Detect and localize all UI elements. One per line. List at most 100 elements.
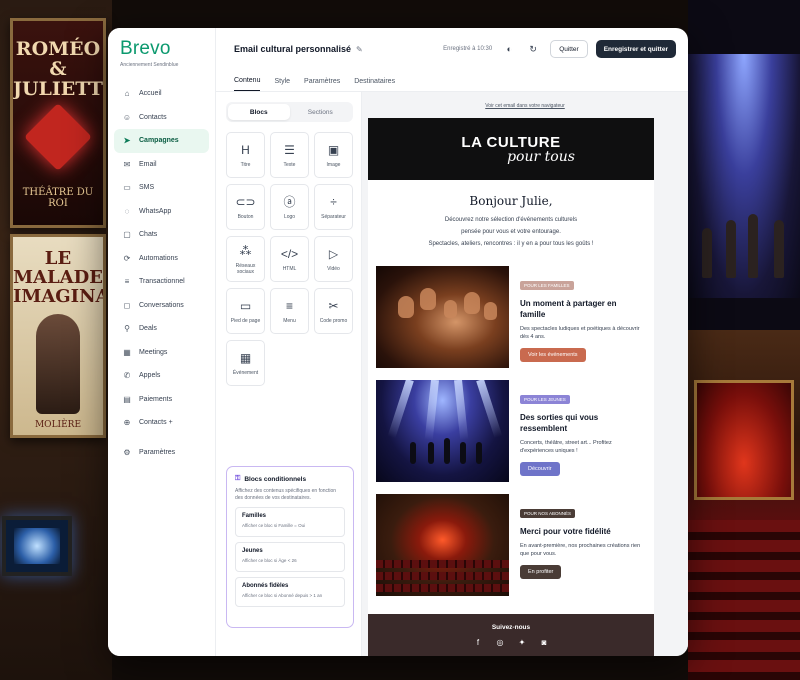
sidebar-item-transactionnel[interactable]: ≡ Transactionnel	[114, 270, 209, 294]
menu-icon: ≡	[285, 299, 293, 313]
card-description: Des spectacles ludiques et poétiques à d…	[520, 326, 640, 340]
sidebar-item-campagnes[interactable]: ➤ Campagnes	[114, 129, 209, 153]
divider-icon: ÷	[330, 195, 337, 209]
intro-line: Découvrez notre sélection d'événements c…	[444, 217, 578, 223]
sidebar-item-chats[interactable]: ▢ Chats	[114, 223, 209, 247]
block-divider[interactable]: ÷ Séparateur	[314, 184, 353, 230]
promo-icon: ✂	[328, 299, 339, 313]
sidebar-item-deals[interactable]: ⚲ Deals	[114, 317, 209, 341]
footer-icon: ▭	[239, 299, 252, 313]
social-icon: ⁂	[239, 244, 252, 258]
email-title[interactable]: Email cultural personnalisé	[234, 44, 351, 54]
conditional-rule[interactable]: Familles Afficher ce bloc si Famille = Ou…	[235, 507, 345, 537]
greeting[interactable]: Bonjour Julie,	[368, 194, 654, 208]
email-footer[interactable]: Suivez-nous f ◎ ✦ ◙	[368, 614, 654, 656]
family-audience-image	[376, 266, 509, 368]
sidebar-item-contacts[interactable]: ⊕ Contacts +	[114, 411, 209, 435]
block-image[interactable]: ▣ Image	[314, 132, 353, 178]
tab-contenu[interactable]: Contenu	[234, 77, 261, 91]
card-youth[interactable]: POUR LES JEUNES Des sorties qui vous res…	[376, 380, 648, 482]
block-heading[interactable]: H Titre	[226, 132, 265, 178]
conditional-rule[interactable]: Abonnés fidèles Afficher ce bloc si Abonn…	[235, 577, 345, 607]
twitter-icon[interactable]: ✦	[517, 638, 527, 647]
audience-badge: POUR LES FAMILLES	[520, 281, 574, 290]
event-icon: ▦	[239, 351, 252, 365]
sidebar-item-whatsapp[interactable]: ◌ WhatsApp	[114, 200, 209, 224]
conditional-rules: Familles Afficher ce bloc si Famille = Ou…	[235, 507, 345, 607]
conditional-title: Blocs conditionnels	[244, 475, 307, 483]
card-families[interactable]: POUR LES FAMILLES Un moment à partager e…	[376, 266, 648, 368]
block-logo[interactable]: ⓐ Logo	[270, 184, 309, 230]
sidebar-item-accueil[interactable]: ⌂ Accueil	[114, 82, 209, 106]
block-social[interactable]: ⁂ Réseaux sociaux	[226, 236, 265, 282]
sidebar-item-email[interactable]: ✉ Email	[114, 153, 209, 177]
see-events-button[interactable]: Voir les événements	[520, 348, 586, 362]
main-area: Email cultural personnalisé ✎ Enregistré…	[216, 28, 688, 656]
poster-title: LE MALADE IMAGINAIRE	[13, 248, 103, 307]
conditional-title-row: ⚿ Blocs conditionnels	[235, 475, 345, 483]
block-promo[interactable]: ✂ Code promo	[314, 288, 353, 334]
browser-view-link[interactable]: Voir cet email dans votre navigateur	[362, 103, 688, 109]
segment-blocs[interactable]: Blocs	[228, 104, 290, 120]
audience-badge: POUR LES JEUNES	[520, 395, 570, 404]
tab-destinataires[interactable]: Destinataires	[354, 78, 395, 91]
segment-sections[interactable]: Sections	[290, 104, 352, 120]
block-label: Vidéo	[327, 266, 340, 272]
sidebar: Brevo Anciennement Sendinblue ⌂ Accueil ☺ C…	[108, 28, 216, 656]
card-subscribers[interactable]: POUR NOS ABONNÉS Merci pour votre fidéli…	[376, 494, 648, 596]
theater-hall-image	[376, 494, 509, 596]
block-label: Séparateur	[321, 214, 346, 220]
pencil-icon[interactable]: ✎	[356, 45, 363, 54]
tab-style[interactable]: Style	[274, 78, 290, 91]
code-icon: </>	[280, 247, 299, 261]
sidebar-item-label: Paiements	[139, 395, 173, 403]
sidebar-item-paiements[interactable]: ▤ Paiements	[114, 388, 209, 412]
block-video[interactable]: ▷ Vidéo	[314, 236, 353, 282]
hero-banner[interactable]: LA CULTURE pour tous	[368, 118, 654, 180]
save-and-quit-button[interactable]: Enregistrer et quitter	[595, 40, 676, 58]
home-icon: ⌂	[124, 89, 130, 99]
block-label: Événement	[232, 370, 259, 376]
quit-button[interactable]: Quitter	[550, 40, 588, 58]
poster-romeo-juliette: ROMÉO & JULIETTE THÉÂTRE DU ROI	[10, 18, 106, 228]
intro-text[interactable]: Découvrez notre sélection d'événements c…	[368, 214, 654, 250]
conditional-icon: ⚿	[235, 475, 241, 482]
calendar-icon: ▦	[123, 347, 131, 357]
preview-icon[interactable]: ◐	[502, 42, 516, 56]
sidebar-item-conversations[interactable]: ◻ Conversations	[114, 294, 209, 318]
blocks-grid: H Titre ☰ Texte ▣ Image ⊂⊃ Bouton ⓐ Logo ÷ Séparate…	[226, 132, 353, 386]
block-footer[interactable]: ▭ Pied de page	[226, 288, 265, 334]
block-event[interactable]: ▦ Événement	[226, 340, 265, 386]
brevo-logo[interactable]: Brevo	[114, 38, 209, 60]
conditional-rule[interactable]: Jeunes Afficher ce bloc si Âge < 26	[235, 542, 345, 572]
sidebar-item-sms[interactable]: ▭ SMS	[114, 176, 209, 200]
poster-title: ROMÉO & JULIETTE	[13, 38, 103, 100]
payment-icon: ▤	[123, 394, 131, 404]
settings-icon: ⚙	[123, 447, 131, 457]
stage-photo	[688, 54, 800, 298]
rule-title: Familles	[242, 513, 267, 519]
sidebar-item-appels[interactable]: ✆ Appels	[114, 364, 209, 388]
block-menu[interactable]: ≡ Menu	[270, 288, 309, 334]
discover-button[interactable]: Découvrir	[520, 462, 560, 476]
block-text[interactable]: ☰ Texte	[270, 132, 309, 178]
send-icon: ➤	[123, 136, 131, 146]
facebook-icon[interactable]: f	[473, 638, 483, 647]
sidebar-item-contacts[interactable]: ☺ Contacts	[114, 106, 209, 130]
enjoy-button[interactable]: En profiter	[520, 565, 562, 579]
block-code[interactable]: </> HTML	[270, 236, 309, 282]
block-label: Pied de page	[230, 318, 261, 324]
discord-icon[interactable]: ◙	[539, 638, 549, 647]
sidebar-item-meetings[interactable]: ▦ Meetings	[114, 341, 209, 365]
sidebar-nav: ⌂ Accueil ☺ Contacts ➤ Campagnes ✉ Email ▭ SMS ◌ Wh…	[114, 82, 209, 464]
sidebar-item-automations[interactable]: ⟳ Automations	[114, 247, 209, 271]
hero-script: pour tous	[507, 148, 575, 165]
tab-parametres[interactable]: Paramètres	[304, 78, 340, 91]
sidebar-item-param-tres[interactable]: ⚙ Paramètres	[114, 441, 209, 465]
actor-illustration	[36, 314, 80, 414]
instagram-icon[interactable]: ◎	[495, 638, 505, 647]
block-label: Titre	[240, 162, 251, 168]
block-button[interactable]: ⊂⊃ Bouton	[226, 184, 265, 230]
undo-icon[interactable]: ↻	[526, 42, 540, 56]
social-icons: f ◎ ✦ ◙	[473, 638, 549, 647]
